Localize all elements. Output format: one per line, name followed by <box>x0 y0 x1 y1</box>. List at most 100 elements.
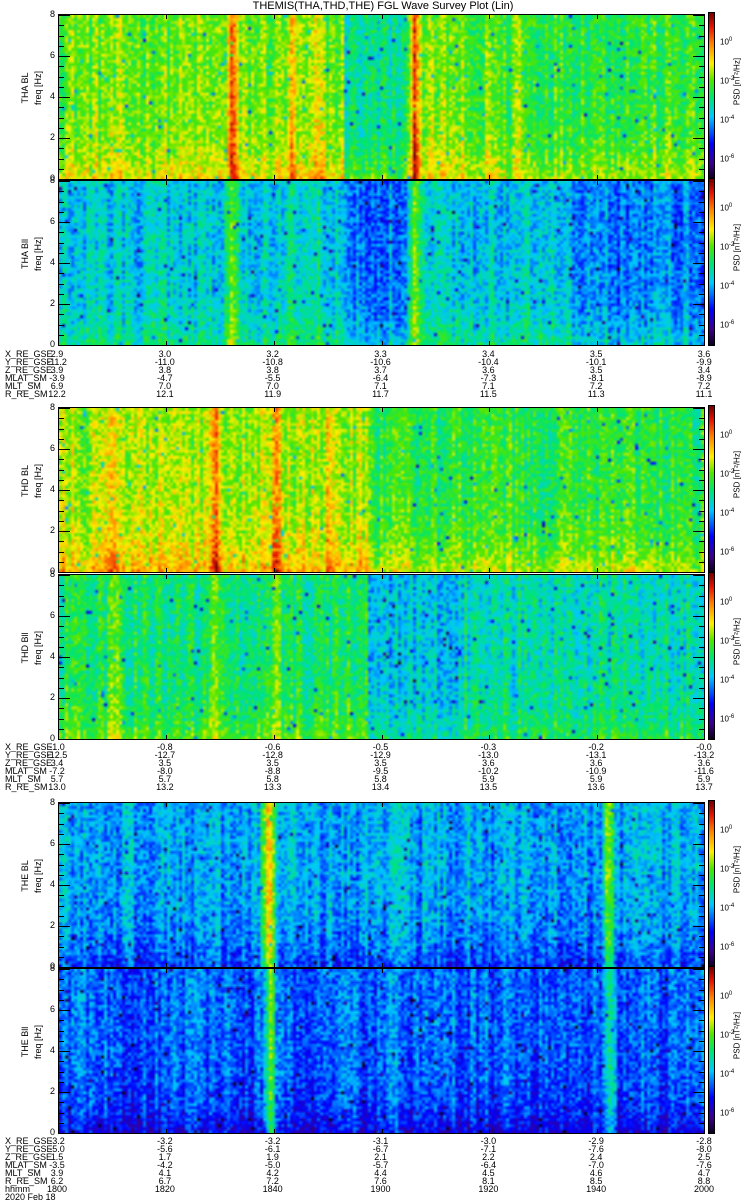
colorbar-tick-label: 10-6 <box>720 942 735 953</box>
y-tick <box>58 1061 64 1063</box>
colorbar-tick-label: 100 <box>720 825 733 835</box>
spectrogram-image <box>59 575 704 739</box>
colorbar-tick-exponent: -6 <box>728 320 735 327</box>
y-tick <box>693 345 705 346</box>
y-tick <box>699 989 705 991</box>
ephemeris-value: 11.7 <box>372 389 389 399</box>
y-tick <box>58 314 64 316</box>
y-tick <box>699 1071 705 1073</box>
x-tick <box>165 968 167 973</box>
y-tick <box>693 56 705 57</box>
y-tick <box>58 1081 64 1083</box>
y-tick <box>58 438 64 440</box>
x-tick <box>273 14 275 19</box>
y-tick-label: 8 <box>49 175 55 185</box>
x-tick <box>597 802 599 807</box>
colorbar <box>708 405 715 573</box>
y-tick-label: 0 <box>49 339 55 349</box>
y-tick <box>58 273 64 275</box>
colorbar-gradient <box>709 179 714 345</box>
y-tick-label: 6 <box>49 838 55 848</box>
y-tick <box>699 252 705 254</box>
y-tick <box>699 874 705 876</box>
y-tick-label: 8 <box>49 9 55 19</box>
y-tick <box>693 657 705 658</box>
y-tick <box>699 324 705 326</box>
y-tick <box>699 1020 705 1022</box>
ephemeris-row-label: R_RE_SM <box>5 782 48 792</box>
y-tick <box>699 76 705 78</box>
y-tick-label: 8 <box>49 963 55 973</box>
y-axis-label: freq [Hz] <box>33 859 43 894</box>
y-tick <box>693 803 705 804</box>
y-tick <box>699 459 705 461</box>
y-tick <box>699 201 705 203</box>
y-tick-label: 6 <box>49 50 55 60</box>
y-tick <box>699 626 705 628</box>
y-tick <box>699 595 705 597</box>
x-tick <box>381 14 383 19</box>
y-tick <box>58 283 64 285</box>
y-tick <box>58 595 64 597</box>
y-tick-label: 8 <box>49 569 55 579</box>
y-tick <box>699 823 705 825</box>
y-tick <box>58 969 70 970</box>
y-tick <box>693 844 705 845</box>
colorbar-tick-label: 100 <box>720 37 733 47</box>
y-tick <box>58 698 70 699</box>
x-tick <box>165 568 167 573</box>
colorbar-gradient <box>709 967 714 1133</box>
y-tick <box>699 510 705 512</box>
x-tick <box>381 1129 383 1134</box>
x-tick <box>489 802 491 807</box>
y-tick <box>58 15 70 16</box>
y-tick <box>693 885 705 886</box>
spectrogram-image <box>59 969 704 1133</box>
spectrogram-panel <box>58 574 705 740</box>
ephemeris-value: 11.1 <box>695 389 713 399</box>
colorbar-tick-exponent: -6 <box>728 714 735 721</box>
spectrogram-image <box>59 408 704 572</box>
panel-name-label: THD BL <box>20 465 30 498</box>
y-tick <box>58 201 64 203</box>
y-tick <box>693 263 705 264</box>
ephemeris-value: 13.7 <box>695 782 713 792</box>
y-tick <box>58 572 70 573</box>
y-tick <box>693 572 705 573</box>
y-tick <box>58 575 70 576</box>
y-tick <box>58 531 70 532</box>
colorbar-tick-label: 10-6 <box>720 154 735 165</box>
y-tick <box>58 1102 64 1104</box>
y-tick <box>699 211 705 213</box>
x-tick <box>489 1129 491 1134</box>
y-tick <box>58 1092 70 1093</box>
x-tick <box>273 407 275 412</box>
y-tick <box>58 739 70 740</box>
y-axis-label: freq [Hz] <box>33 237 43 272</box>
y-tick <box>693 575 705 576</box>
y-tick <box>699 479 705 481</box>
y-tick <box>699 999 705 1001</box>
y-tick <box>699 728 705 730</box>
y-tick <box>58 926 70 927</box>
spectrogram-image <box>59 15 704 179</box>
y-tick <box>58 263 70 264</box>
y-tick <box>58 874 64 876</box>
x-tick <box>489 341 491 346</box>
y-tick <box>699 895 705 897</box>
y-tick-label: 8 <box>49 402 55 412</box>
x-tick <box>597 407 599 412</box>
y-tick <box>693 449 705 450</box>
y-tick <box>58 191 64 193</box>
y-tick <box>58 979 64 981</box>
y-tick <box>699 25 705 27</box>
y-tick <box>699 677 705 679</box>
y-tick-label: 2 <box>49 1086 55 1096</box>
y-tick <box>58 999 64 1001</box>
y-tick <box>58 1133 70 1134</box>
y-tick <box>693 490 705 491</box>
y-tick <box>58 1010 70 1011</box>
y-tick <box>58 242 64 244</box>
y-tick <box>699 428 705 430</box>
ephemeris-value: 12.2 <box>48 389 66 399</box>
